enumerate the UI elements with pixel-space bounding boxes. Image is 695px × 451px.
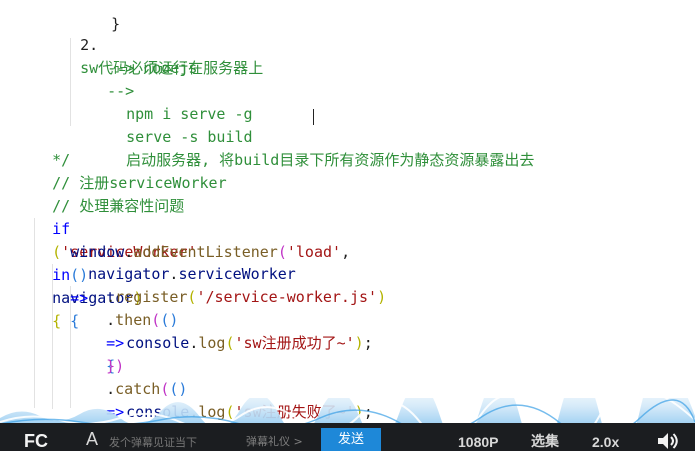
code-line: navigator.serviceWorker — [52, 240, 296, 283]
danmu-etiquette-link[interactable]: 弹幕礼仪 > — [246, 433, 303, 451]
code-line: if ('serviceWorker' in navigator) { — [16, 195, 197, 330]
code-line: window.addEventListener('load', () => { — [34, 218, 350, 330]
episodes-button[interactable]: 选集 — [531, 433, 559, 451]
code-line: console.log('sw注册成功了~'); — [90, 309, 373, 352]
volume-icon[interactable] — [656, 431, 680, 451]
paren-open: ( — [225, 334, 235, 352]
code-line: 2. sw代码必须运行在服务器上 — [44, 11, 263, 77]
paren-close: ) — [377, 288, 387, 306]
player-control-bar: FC A 弹幕礼仪 > 发送 1080P 选集 2.0x — [0, 423, 695, 451]
semicolon: ; — [363, 334, 373, 352]
method-name: log — [198, 334, 226, 352]
code-line: }) — [70, 332, 124, 375]
playback-speed-button[interactable]: 2.0x — [592, 433, 619, 451]
danmu-toggle-icon[interactable]: A — [86, 429, 106, 449]
danmu-input[interactable] — [109, 433, 239, 451]
code-line: npm i serve -g — [90, 80, 252, 123]
paren-close: ) — [354, 334, 364, 352]
site-logo[interactable]: FC — [24, 431, 50, 451]
comma: , — [341, 243, 351, 261]
string-literal: '/service-worker.js' — [196, 288, 378, 306]
code-line: .catch(() => { — [70, 355, 187, 444]
send-danmu-button[interactable]: 发送 — [321, 428, 381, 451]
string-literal: 'sw注册成功了~' — [234, 334, 355, 352]
code-line: --> nodejs — [71, 34, 197, 77]
code-line: */ — [16, 126, 70, 169]
text-cursor — [313, 109, 314, 125]
code-line: .then(() => { — [70, 286, 178, 375]
identifier: console — [126, 334, 190, 352]
code-line: // 处理兼容性问题 — [16, 172, 184, 215]
code-line: // 注册serviceWorker — [16, 149, 227, 192]
code-line: .register('/service-worker.js') — [70, 263, 386, 306]
code-editor[interactable]: } 2. sw代码必须运行在服务器上 --> nodejs --> npm i … — [0, 0, 695, 451]
quality-selector[interactable]: 1080P — [458, 433, 498, 451]
code-line: --> — [71, 57, 134, 100]
comment-text: serve -s build — [126, 128, 253, 146]
